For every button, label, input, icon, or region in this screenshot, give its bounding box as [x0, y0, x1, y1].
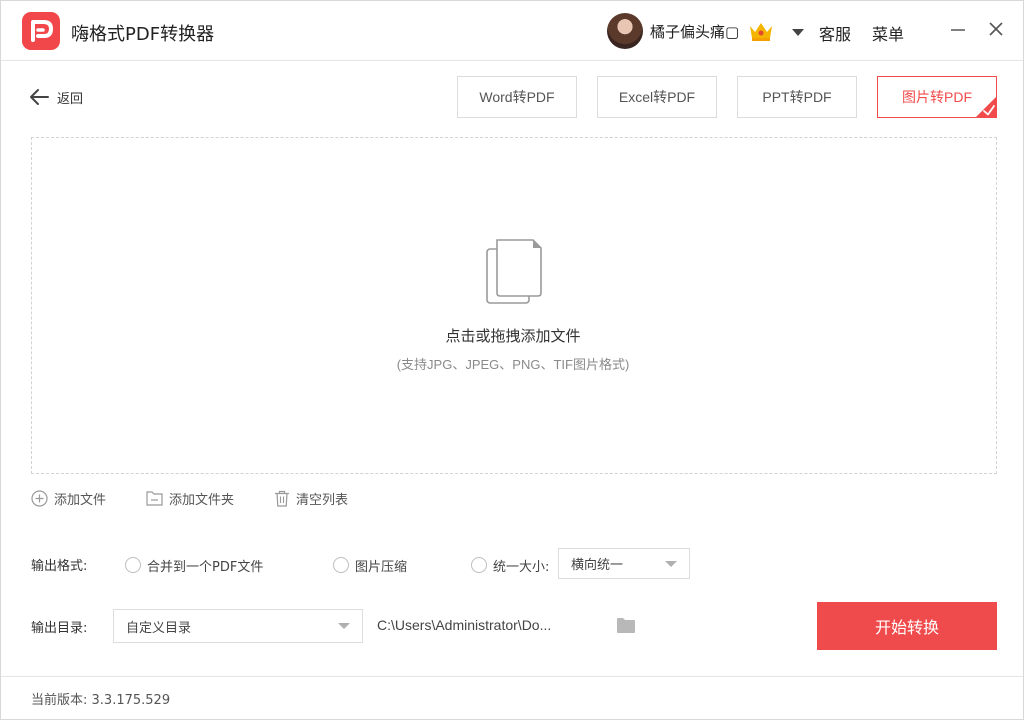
add-file-label: 添加文件 — [54, 492, 107, 508]
file-drop-zone[interactable] — [31, 137, 997, 474]
start-convert-button[interactable]: 开始转换 — [817, 602, 997, 650]
title-bar: 嗨格式PDF转换器 橘子偏头痛▢ 客服 菜单 — [1, 1, 1023, 61]
drop-zone-subtitle: (支持JPG、JPEG、PNG、TIF图片格式) — [396, 357, 630, 372]
folder-outline-icon — [146, 491, 163, 506]
drop-zone-title: 点击或拖拽添加文件 — [445, 327, 581, 345]
folder-icon[interactable] — [616, 617, 636, 634]
menu-link[interactable]: 菜单 — [872, 21, 904, 45]
app-title: 嗨格式PDF转换器 — [71, 24, 215, 45]
trash-icon — [275, 490, 289, 507]
tab-image-to-pdf-label: 图片转PDF — [902, 89, 972, 105]
vip-crown-icon — [750, 23, 772, 41]
username-status-glyph: ▢ — [725, 23, 740, 41]
back-button[interactable]: 返回 — [29, 85, 83, 109]
add-circle-icon — [31, 489, 48, 507]
footer: 当前版本: 3.3.175.529 — [1, 676, 1023, 720]
username-text: 橘子偏头痛 — [650, 23, 726, 41]
username[interactable]: 橘子偏头痛▢ — [650, 21, 739, 42]
version-label: 当前版本: — [31, 693, 88, 708]
uniform-size-select-value: 横向统一 — [571, 558, 624, 573]
app-logo-icon — [22, 12, 60, 50]
radio-compress-images-circle — [333, 557, 349, 573]
radio-uniform-size-label: 统一大小: — [493, 559, 550, 575]
user-avatar[interactable] — [607, 13, 643, 49]
chevron-down-icon — [665, 560, 677, 567]
selected-check-icon — [975, 96, 997, 118]
output-dir-select-value: 自定义目录 — [126, 620, 192, 636]
output-format-label: 输出格式: — [31, 559, 88, 574]
radio-merge-pdf-label: 合并到一个PDF文件 — [147, 559, 264, 575]
add-file-button[interactable]: 添加文件 — [31, 488, 106, 508]
version-text: 当前版本: 3.3.175.529 — [31, 689, 170, 708]
uniform-size-select[interactable]: 横向统一 — [558, 548, 690, 579]
radio-merge-pdf[interactable]: 合并到一个PDF文件 — [125, 556, 264, 575]
output-dir-select[interactable]: 自定义目录 — [113, 609, 363, 643]
chevron-down-icon — [338, 623, 350, 629]
tab-word-to-pdf[interactable]: Word转PDF — [457, 76, 577, 118]
radio-merge-pdf-circle — [125, 557, 141, 573]
customer-service-link[interactable]: 客服 — [819, 21, 851, 45]
radio-compress-images-label: 图片压缩 — [355, 559, 408, 575]
document-icon — [486, 239, 542, 304]
close-icon[interactable] — [986, 19, 1006, 39]
output-dir-label: 输出目录: — [31, 621, 88, 636]
output-path-text: C:\Users\Administrator\Do... — [377, 617, 552, 633]
back-label: 返回 — [57, 91, 84, 107]
add-folder-button[interactable]: 添加文件夹 — [146, 488, 234, 508]
app-window: 嗨格式PDF转换器 橘子偏头痛▢ 客服 菜单 返回 Word转PDF Excel… — [0, 0, 1024, 720]
tab-image-to-pdf[interactable]: 图片转PDF — [877, 76, 997, 118]
radio-compress-images[interactable]: 图片压缩 — [333, 556, 408, 575]
tab-ppt-to-pdf[interactable]: PPT转PDF — [737, 76, 857, 118]
user-dropdown-chevron-icon[interactable] — [791, 27, 805, 37]
radio-uniform-size-circle — [471, 557, 487, 573]
tab-excel-to-pdf[interactable]: Excel转PDF — [597, 76, 717, 118]
add-folder-label: 添加文件夹 — [169, 492, 235, 508]
arrow-left-icon — [30, 89, 49, 105]
clear-list-label: 清空列表 — [296, 492, 349, 508]
clear-list-button[interactable]: 清空列表 — [274, 488, 348, 508]
radio-uniform-size[interactable]: 统一大小: — [471, 556, 550, 575]
minimize-icon[interactable] — [948, 19, 968, 39]
version-value: 3.3.175.529 — [91, 693, 171, 708]
